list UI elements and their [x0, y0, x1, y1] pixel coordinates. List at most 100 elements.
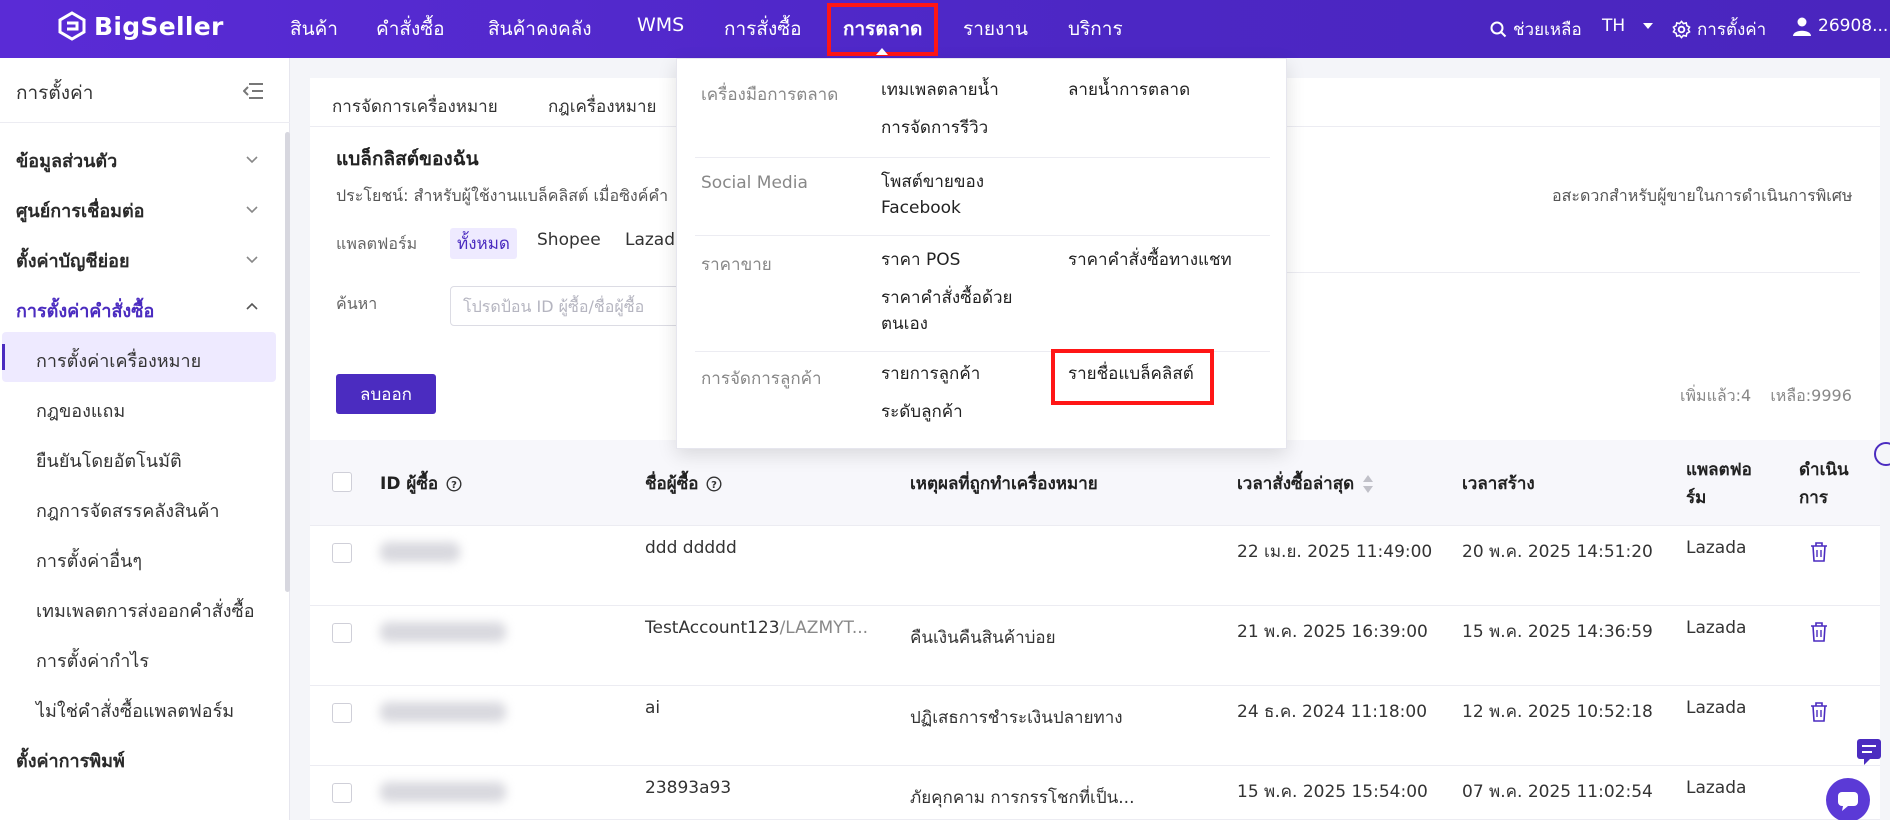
nav-marketing[interactable]: การตลาด	[843, 14, 922, 44]
mark-reason: ภัยคุกคาม การกรรโชกที่เป็น...	[910, 788, 1135, 808]
help-label: ช่วยเหลือ	[1513, 20, 1582, 40]
remaining-count: เหลือ:9996	[1770, 386, 1852, 405]
created-time: 15 พ.ค. 2025 14:36:59	[1462, 622, 1653, 642]
filter-divider	[1240, 272, 1860, 273]
brand-name: BigSeller	[94, 11, 224, 41]
help-circle-icon[interactable]: ?	[446, 475, 462, 492]
trash-icon[interactable]	[1810, 542, 1828, 562]
delete-button[interactable]: ลบออก	[336, 374, 436, 414]
svg-text:?: ?	[451, 480, 457, 491]
collapse-menu-icon[interactable]	[243, 82, 263, 100]
platform-chip-lazada[interactable]: Lazad	[618, 228, 682, 252]
th-created-time: เวลาสร้าง	[1462, 474, 1535, 494]
user-icon	[1793, 17, 1811, 36]
sidebar-item-non-platform-orders[interactable]: ไม่ใช่คำสั่งซื้อแพลตฟอร์ม	[36, 696, 234, 725]
table-row[interactable]: 23893a93 ภัยคุกคาม การกรรโชกที่เป็น... 1…	[310, 766, 1880, 820]
bigseller-logo[interactable]: BigSeller	[58, 11, 224, 41]
table-header: ID ผู้ซื้อ ? ชื่อผู้ซื้อ ? เหตุผลที่ถูกท…	[310, 440, 1880, 526]
mark-reason: คืนเงินคืนสินค้าบ่อย	[910, 628, 1056, 648]
section-title: แบล็กลิสต์ของฉัน	[336, 148, 479, 170]
last-order-time: 15 พ.ค. 2025 15:54:00	[1237, 782, 1428, 802]
menu-link-marketing-watermark[interactable]: ลายน้ำการตลาด	[1068, 77, 1190, 103]
svg-text:?: ?	[712, 480, 718, 491]
marketing-dropdown-menu: เครื่องมือการตลาด เทมเพลตลายน้ำ การจัดกา…	[676, 58, 1287, 449]
sidebar-item-gift-rules[interactable]: กฎของแถม	[36, 396, 125, 425]
trash-icon[interactable]	[1810, 622, 1828, 642]
nav-wms[interactable]: WMS	[637, 14, 684, 36]
account-label: 26908...	[1818, 16, 1889, 36]
nav-inventory[interactable]: สินค้าคงคลัง	[488, 14, 592, 44]
buyer-name: TestAccount123/LAZMYT...	[645, 618, 869, 638]
account-menu[interactable]: 26908...	[1792, 16, 1888, 36]
language-select[interactable]: TH	[1602, 16, 1654, 36]
menu-link-pos-price[interactable]: ราคา POS	[881, 247, 960, 273]
language-label: TH	[1602, 16, 1626, 36]
chat-notes-icon[interactable]	[1852, 734, 1888, 770]
nav-reports[interactable]: รายงาน	[963, 14, 1028, 44]
help-circle-icon[interactable]: ?	[706, 475, 722, 492]
nav-orders[interactable]: คำสั่งซื้อ	[376, 14, 445, 44]
last-order-time: 21 พ.ค. 2025 16:39:00	[1237, 622, 1428, 642]
table-row[interactable]: ddd ddddd 22 เม.ย. 2025 11:49:00 20 พ.ค.…	[310, 526, 1880, 606]
menu-link-review-management[interactable]: การจัดการรีวิว	[881, 115, 988, 141]
row-checkbox[interactable]	[332, 703, 352, 723]
menu-link-manual-order-price[interactable]: ราคาคำสั่งซื้อด้วยตนเอง	[881, 285, 1021, 337]
trash-icon[interactable]	[1810, 702, 1828, 722]
caret-down-icon	[1643, 23, 1654, 29]
th-platform: แพลตฟอ ร์ม	[1686, 460, 1752, 508]
sidebar-group-print-settings[interactable]: ตั้งค่าการพิมพ์	[16, 746, 125, 775]
platform-chip-all[interactable]: ทั้งหมด	[450, 228, 517, 259]
settings-link[interactable]: การตั้งค่า	[1672, 16, 1766, 43]
nav-marketing-caret	[876, 48, 888, 55]
settings-sidebar: การตั้งค่า ข้อมูลส่วนตัว ศูนย์การเชื่อมต…	[0, 58, 290, 820]
menu-link-facebook-post[interactable]: โพสต์ขายของ Facebook	[881, 169, 1021, 221]
mark-reason: ปฏิเสธการชำระเงินปลายทาง	[910, 708, 1123, 728]
support-chat-button[interactable]	[1826, 778, 1870, 820]
sidebar-divider	[0, 122, 290, 123]
menu-link-customer-list[interactable]: รายการลูกค้า	[881, 361, 980, 387]
tab-marking-rules[interactable]: กฎเครื่องหมาย	[548, 93, 656, 120]
table-row[interactable]: TestAccount123/LAZMYT... คืนเงินคืนสินค้…	[310, 606, 1880, 686]
nav-products[interactable]: สินค้า	[290, 14, 338, 44]
sidebar-group-order-settings[interactable]: การตั้งค่าคำสั่งซื้อ	[16, 296, 154, 325]
sidebar-item-other-settings[interactable]: การตั้งค่าอื่นๆ	[36, 546, 142, 575]
buyer-name: ai	[645, 698, 661, 718]
sidebar-scrollbar[interactable]	[285, 132, 290, 592]
blacklist-link-highlight	[1051, 349, 1214, 405]
sidebar-group-profile[interactable]: ข้อมูลส่วนตัว	[16, 146, 117, 175]
th-actions: ดำเนิน การ	[1799, 460, 1849, 508]
th-last-order-time[interactable]: เวลาสั่งซื้อล่าสุด	[1237, 470, 1374, 497]
blacklist-counts: เพิ่มแล้ว:4 เหลือ:9996	[1680, 384, 1852, 409]
row-checkbox[interactable]	[332, 623, 352, 643]
help-link[interactable]: ช่วยเหลือ	[1490, 16, 1582, 43]
nav-purchase[interactable]: การสั่งซื้อ	[724, 14, 802, 44]
table-row[interactable]: ai ปฏิเสธการชำระเงินปลายทาง 24 ธ.ค. 2024…	[310, 686, 1880, 766]
select-all-checkbox[interactable]	[332, 472, 352, 492]
nav-services[interactable]: บริการ	[1068, 14, 1123, 44]
section-description-tail: อสะดวกสำหรับผู้ขายในการดำเนินการพิเศษ	[1552, 186, 1853, 205]
settings-label: การตั้งค่า	[1697, 20, 1767, 40]
menu-link-chat-order-price[interactable]: ราคาคำสั่งซื้อทางแชท	[1068, 247, 1232, 273]
platform-name: Lazada	[1686, 778, 1747, 798]
sidebar-item-profit-settings[interactable]: การตั้งค่ากำไร	[36, 646, 149, 675]
row-checkbox[interactable]	[332, 543, 352, 563]
last-order-time: 24 ธ.ค. 2024 11:18:00	[1237, 702, 1428, 722]
row-checkbox[interactable]	[332, 783, 352, 803]
created-time: 07 พ.ค. 2025 11:02:54	[1462, 782, 1653, 802]
sidebar-group-subaccounts[interactable]: ตั้งค่าบัญชีย่อย	[16, 246, 130, 275]
menu-category-social-media: Social Media	[701, 173, 808, 193]
sidebar-item-marking-settings[interactable]: การตั้งค่าเครื่องหมาย	[36, 346, 201, 375]
chevron-down-icon	[246, 156, 258, 164]
menu-category-pricing: ราคาขาย	[701, 255, 772, 275]
buyer-id-redacted	[380, 622, 506, 642]
menu-link-customer-level[interactable]: ระดับลูกค้า	[881, 399, 963, 425]
sort-icon[interactable]	[1362, 474, 1374, 494]
sidebar-item-export-templates[interactable]: เทมเพลตการส่งออกคำสั่งซื้อ	[36, 596, 255, 625]
buyer-search-input[interactable]	[450, 286, 690, 326]
sidebar-item-auto-confirm[interactable]: ยืนยันโดยอัตโนมัติ	[36, 446, 182, 475]
sidebar-group-connections[interactable]: ศูนย์การเชื่อมต่อ	[16, 196, 145, 225]
tab-marking-management[interactable]: การจัดการเครื่องหมาย	[332, 93, 498, 120]
platform-chip-shopee[interactable]: Shopee	[530, 228, 608, 252]
menu-link-watermark-template[interactable]: เทมเพลตลายน้ำ	[881, 77, 999, 103]
sidebar-item-warehouse-allocation[interactable]: กฎการจัดสรรคลังสินค้า	[36, 496, 220, 525]
